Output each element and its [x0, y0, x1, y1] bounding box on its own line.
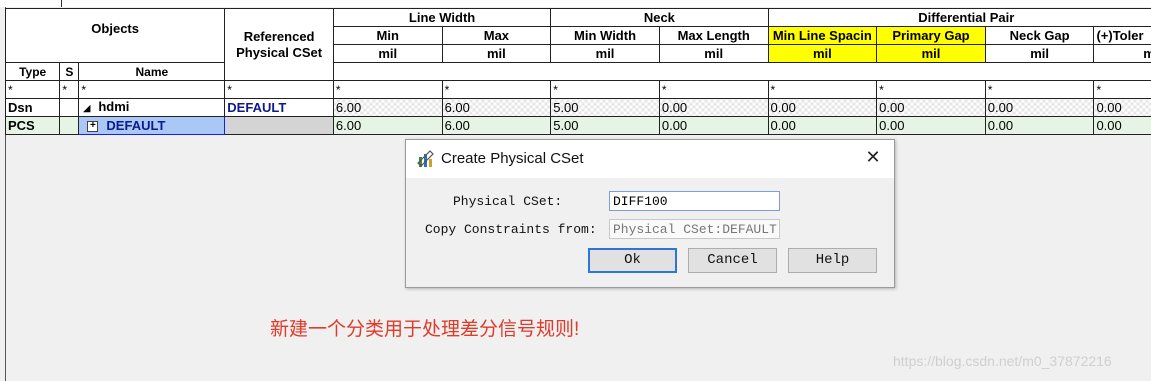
neck-gap-header[interactable]: Neck Gap — [984, 26, 1095, 45]
objects-header[interactable]: Objects — [4, 8, 226, 63]
filter-cell[interactable]: * — [1093, 80, 1151, 99]
unit-cell: mil — [332, 44, 443, 63]
line-width-max-header[interactable]: Max — [441, 26, 552, 45]
type-cell[interactable]: PCS — [4, 116, 61, 135]
s-cell[interactable] — [59, 116, 80, 135]
physical-cset-input[interactable]: DIFF100 — [609, 191, 780, 211]
line-width-header[interactable]: Line Width — [332, 8, 552, 27]
filter-cell[interactable]: * — [550, 80, 660, 99]
unit-cell: mil — [658, 44, 769, 63]
filter-cell[interactable]: * — [767, 80, 878, 99]
filter-cell[interactable]: * — [984, 80, 1095, 99]
top-strip — [0, 0, 1151, 7]
table-row[interactable]: PCS + DEFAULT 6.00 6.00 5.00 0.00 0.00 0.… — [4, 116, 1151, 135]
value-cell[interactable]: 0.00 — [984, 98, 1095, 117]
value-cell[interactable]: 6.00 — [332, 98, 443, 117]
table-row[interactable]: Dsn ◢ hdmi DEFAULT 6.00 6.00 5.00 0.00 0.… — [4, 98, 1151, 117]
filter-cell[interactable]: * — [224, 80, 334, 99]
help-button[interactable]: Help — [788, 248, 877, 273]
value-cell[interactable]: 6.00 — [332, 116, 443, 135]
design-name: hdmi — [98, 99, 130, 115]
type-cell[interactable]: Dsn — [4, 98, 61, 117]
physical-cset-label: Physical CSet: — [453, 194, 563, 209]
filter-cell[interactable]: * — [4, 80, 61, 99]
annotation-note: 新建一个分类用于处理差分信号规则! — [270, 319, 580, 340]
type-column-header[interactable]: Type — [4, 62, 61, 81]
value-cell[interactable]: 0.00 — [767, 116, 878, 135]
filter-cell[interactable]: * — [876, 80, 986, 99]
close-icon[interactable]: ✕ — [864, 148, 882, 166]
value-cell[interactable]: 0.00 — [658, 116, 769, 135]
ref-cset-cell[interactable]: DEFAULT — [224, 98, 334, 117]
unit-cell: mil — [767, 44, 878, 63]
cset-name: DEFAULT — [106, 117, 166, 133]
value-cell[interactable]: 0.00 — [1093, 116, 1151, 135]
name-cell[interactable]: + DEFAULT — [78, 116, 226, 135]
dialog-title: Create Physical CSet — [441, 150, 584, 167]
unit-cell: mil — [550, 44, 660, 63]
unit-cell: mil — [876, 44, 986, 63]
s-cell[interactable] — [59, 98, 80, 117]
primary-gap-header[interactable]: Primary Gap — [876, 26, 986, 45]
watermark: https://blog.csdn.net/m0_37872216 — [893, 353, 1112, 369]
ok-button[interactable]: Ok — [588, 248, 677, 273]
value-cell[interactable]: 0.00 — [658, 98, 769, 117]
ref-cset-cell[interactable] — [224, 116, 334, 135]
filter-cell[interactable]: * — [332, 80, 443, 99]
line-width-min-header[interactable]: Min — [332, 26, 443, 45]
create-cset-icon — [417, 150, 434, 167]
filter-cell[interactable]: * — [658, 80, 769, 99]
copy-constraints-label: Copy Constraints from: — [425, 222, 597, 237]
min-line-spacing-header[interactable]: Min Line Spacin — [767, 26, 878, 45]
value-cell[interactable]: 6.00 — [441, 116, 552, 135]
neck-header[interactable]: Neck — [550, 8, 769, 27]
unit-cell: mil — [1093, 44, 1151, 63]
neck-max-length-header[interactable]: Max Length — [658, 26, 769, 45]
name-column-header[interactable]: Name — [78, 62, 226, 81]
tolerance-header[interactable]: (+)Toler — [1093, 26, 1151, 45]
dialog-title-bar[interactable]: Create Physical CSet ✕ — [406, 140, 894, 178]
value-cell[interactable]: 5.00 — [550, 116, 660, 135]
filter-cell[interactable]: * — [59, 80, 80, 99]
s-column-header[interactable]: S — [59, 62, 80, 81]
differential-pair-header[interactable]: Differential Pair — [767, 8, 1151, 27]
filter-cell[interactable]: * — [441, 80, 552, 99]
value-cell[interactable]: 0.00 — [876, 98, 986, 117]
value-cell[interactable]: 0.00 — [984, 116, 1095, 135]
cancel-button[interactable]: Cancel — [688, 248, 777, 273]
collapse-triangle-icon[interactable]: ◢ — [83, 100, 90, 116]
value-cell[interactable]: 0.00 — [767, 98, 878, 117]
referenced-cset-header[interactable]: Referenced Physical CSet — [224, 8, 334, 81]
value-cell[interactable]: 6.00 — [441, 98, 552, 117]
expand-plus-icon[interactable]: + — [87, 120, 99, 132]
value-cell[interactable]: 5.00 — [550, 98, 660, 117]
value-cell[interactable]: 0.00 — [876, 116, 986, 135]
name-cell[interactable]: ◢ hdmi — [78, 98, 226, 117]
copy-constraints-field[interactable]: Physical CSet:DEFAULT — [609, 219, 780, 239]
neck-min-width-header[interactable]: Min Width — [550, 26, 660, 45]
value-cell[interactable]: 0.00 — [1093, 98, 1151, 117]
unit-cell: mil — [441, 44, 552, 63]
create-physical-cset-dialog: Create Physical CSet ✕ Physical CSet: DI… — [405, 139, 895, 288]
constraint-table: Objects Referenced Physical CSet Line Wi… — [4, 8, 1151, 135]
filter-cell[interactable]: * — [78, 80, 226, 99]
unit-cell: mil — [984, 44, 1095, 63]
